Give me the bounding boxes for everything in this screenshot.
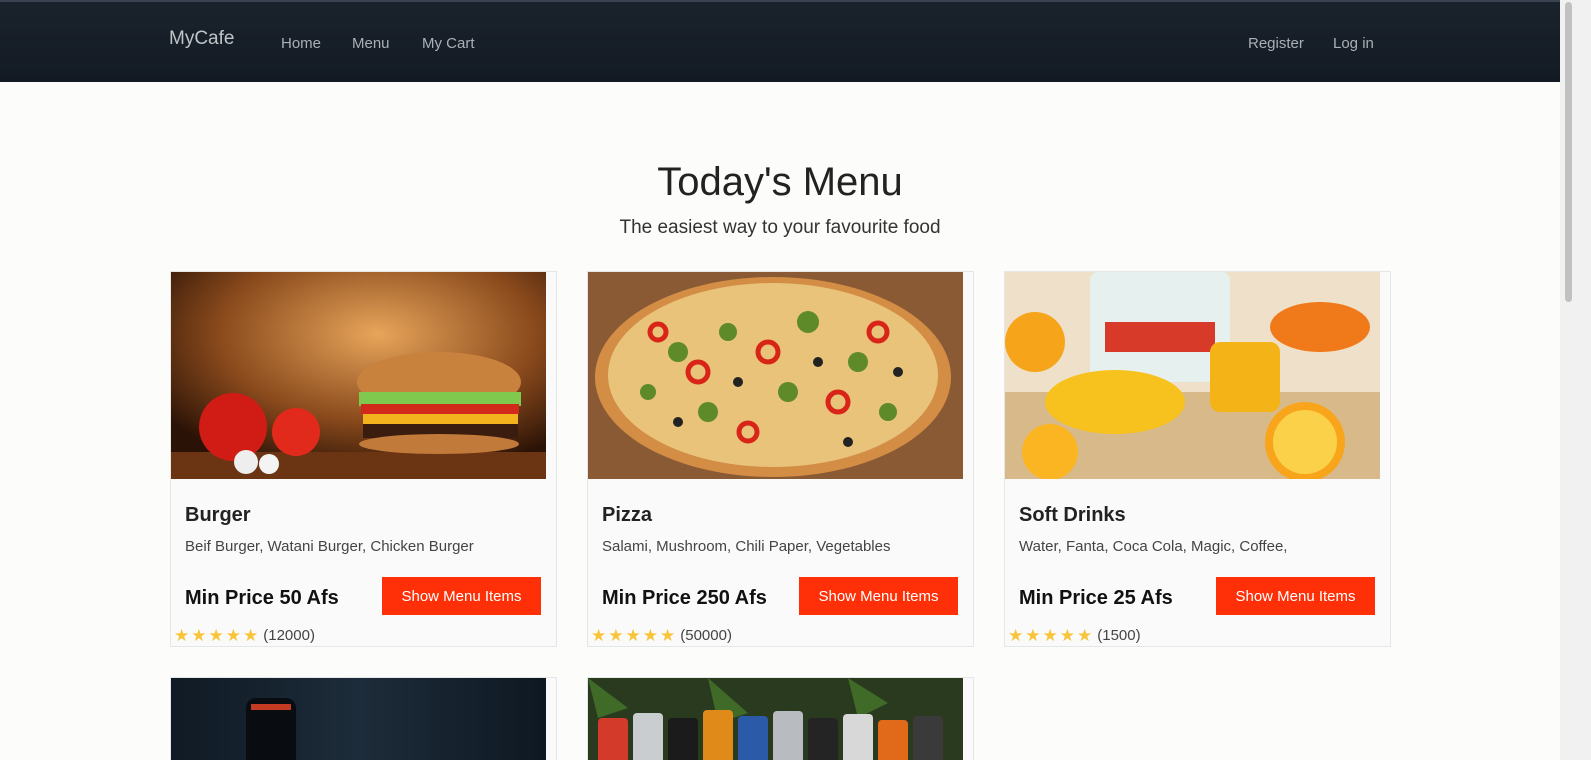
drink-bottle-image	[171, 678, 546, 760]
star-icon: ★	[591, 626, 607, 645]
star-icon: ★	[660, 626, 676, 645]
nav-menu[interactable]: Menu	[352, 35, 390, 52]
pizza-image	[588, 272, 963, 479]
menu-card-soft-drinks: Soft Drinks Water, Fanta, Coca Cola, Mag…	[1004, 271, 1391, 647]
card-description: Water, Fanta, Coca Cola, Magic, Coffee,	[1019, 538, 1288, 555]
star-icon: ★	[243, 626, 259, 645]
cans-image	[588, 678, 963, 760]
page-scrollbar[interactable]	[1560, 0, 1591, 760]
card-price: Min Price 25 Afs	[1019, 587, 1173, 609]
star-icon: ★	[1025, 626, 1041, 645]
star-icon: ★	[191, 626, 207, 645]
nav-register[interactable]: Register	[1248, 35, 1304, 52]
orange-juice-image	[1005, 272, 1380, 479]
rating-count: (12000)	[263, 627, 315, 644]
page-subtitle: The easiest way to your favourite food	[619, 217, 941, 238]
show-menu-items-button[interactable]: Show Menu Items	[799, 577, 958, 615]
star-icon: ★	[1059, 626, 1075, 645]
nav-my-cart[interactable]: My Cart	[422, 35, 475, 52]
star-icon: ★	[625, 626, 641, 645]
page-title: Today's Menu	[657, 160, 903, 204]
rating: ★ ★ ★ ★ ★ (12000)	[174, 627, 315, 644]
menu-card-partial	[587, 677, 974, 760]
card-title: Pizza	[602, 504, 653, 526]
burger-image	[171, 272, 546, 479]
navbar: MyCafe Home Menu My Cart Register Log in	[0, 0, 1560, 82]
card-title: Burger	[185, 504, 251, 526]
star-icon: ★	[1077, 626, 1093, 645]
menu-card-burger: Burger Beif Burger, Watani Burger, Chick…	[170, 271, 557, 647]
show-menu-items-button[interactable]: Show Menu Items	[1216, 577, 1375, 615]
card-description: Salami, Mushroom, Chili Paper, Vegetable…	[602, 538, 891, 555]
star-icon: ★	[208, 626, 224, 645]
card-description: Beif Burger, Watani Burger, Chicken Burg…	[185, 538, 474, 555]
menu-card-partial	[170, 677, 557, 760]
card-price: Min Price 50 Afs	[185, 587, 339, 609]
brand-logo[interactable]: MyCafe	[169, 28, 234, 50]
rating: ★ ★ ★ ★ ★ (50000)	[591, 627, 732, 644]
menu-card-pizza: Pizza Salami, Mushroom, Chili Paper, Veg…	[587, 271, 974, 647]
star-icon: ★	[1042, 626, 1058, 645]
card-title: Soft Drinks	[1019, 504, 1126, 526]
star-icon: ★	[608, 626, 624, 645]
rating: ★ ★ ★ ★ ★ (1500)	[1008, 627, 1141, 644]
card-price: Min Price 250 Afs	[602, 587, 767, 609]
nav-login[interactable]: Log in	[1333, 35, 1374, 52]
show-menu-items-button[interactable]: Show Menu Items	[382, 577, 541, 615]
star-icon: ★	[642, 626, 658, 645]
scrollbar-thumb[interactable]	[1565, 2, 1572, 302]
star-icon: ★	[1008, 626, 1024, 645]
nav-home[interactable]: Home	[281, 35, 321, 52]
rating-count: (50000)	[680, 627, 732, 644]
star-icon: ★	[225, 626, 241, 645]
star-icon: ★	[174, 626, 190, 645]
rating-count: (1500)	[1097, 627, 1141, 644]
